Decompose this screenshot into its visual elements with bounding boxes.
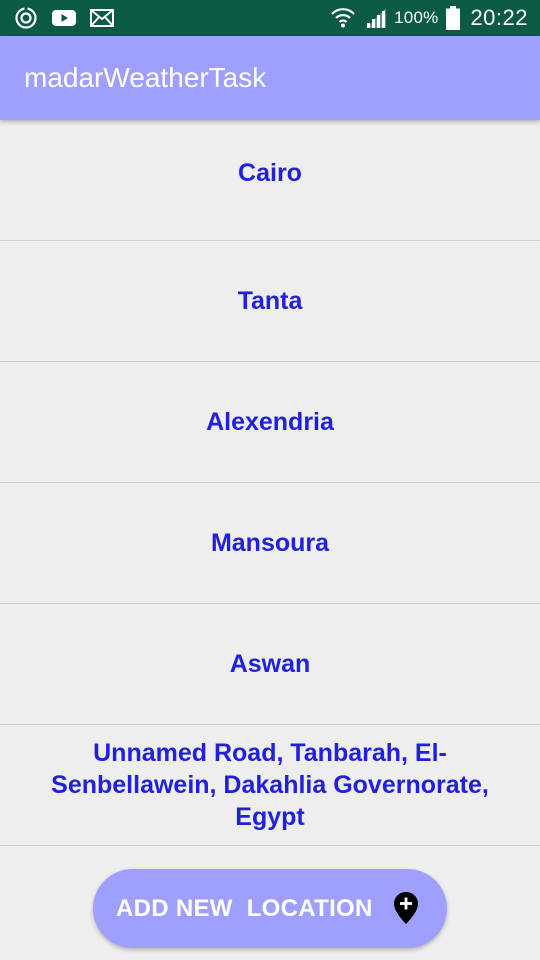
status-left-icons bbox=[14, 6, 128, 30]
wifi-icon bbox=[330, 6, 356, 30]
sync-icon bbox=[14, 6, 38, 30]
clock: 20:22 bbox=[470, 5, 528, 30]
location-label: Tanta bbox=[237, 287, 303, 315]
youtube-icon bbox=[52, 9, 76, 27]
battery-percentage: 100% bbox=[394, 8, 439, 27]
location-item-alexendria[interactable]: Alexendria bbox=[0, 362, 540, 483]
location-item-aswan[interactable]: Aswan bbox=[0, 604, 540, 725]
location-item-mansoura[interactable]: Mansoura bbox=[0, 483, 540, 604]
add-new-location-label: ADD NEW LOCATION bbox=[116, 894, 373, 922]
screen: 100% 20:22 madarWeatherTask Cairo Tanta … bbox=[0, 0, 540, 960]
location-label: Aswan bbox=[229, 650, 311, 678]
location-label: Cairo bbox=[238, 159, 302, 187]
location-item-tanta[interactable]: Tanta bbox=[0, 241, 540, 362]
location-label: Alexendria bbox=[206, 408, 334, 436]
location-label: Unnamed Road, Tanbarah, El-Senbellawein,… bbox=[51, 739, 489, 831]
battery-icon bbox=[446, 6, 461, 30]
status-right-icons: 100% 20:22 bbox=[322, 5, 528, 31]
app-title: madarWeatherTask bbox=[24, 62, 267, 93]
location-item-current-address[interactable]: Unnamed Road, Tanbarah, El-Senbellawein,… bbox=[0, 725, 540, 846]
location-list: Cairo Tanta Alexendria Mansoura Aswan Un… bbox=[0, 120, 540, 846]
location-item-cairo[interactable]: Cairo bbox=[0, 120, 540, 241]
add-new-location-button[interactable]: ADD NEW LOCATION bbox=[93, 869, 447, 948]
signal-icon bbox=[364, 6, 388, 30]
app-bar: madarWeatherTask bbox=[0, 36, 540, 120]
status-bar: 100% 20:22 bbox=[0, 0, 540, 36]
add-location-pin-icon bbox=[393, 891, 419, 925]
mail-icon bbox=[90, 9, 114, 27]
location-label: Mansoura bbox=[210, 529, 330, 557]
